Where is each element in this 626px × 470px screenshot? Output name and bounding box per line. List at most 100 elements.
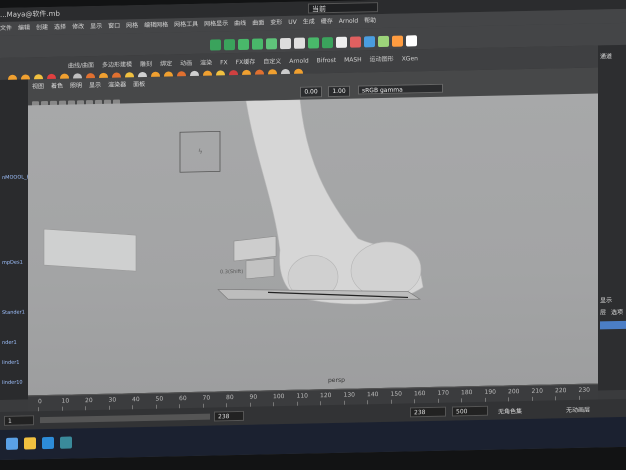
- timeline-tick-label: 110: [296, 392, 308, 400]
- menu-item[interactable]: 曲面: [252, 19, 264, 26]
- menu-item[interactable]: 缓存: [321, 18, 333, 25]
- tool-icon[interactable]: [392, 35, 403, 47]
- tool-icon[interactable]: [238, 38, 249, 51]
- shelf-tab[interactable]: MASH: [344, 56, 362, 63]
- timeline-tick-label: 200: [508, 388, 520, 396]
- timeline-tick-label: 150: [390, 390, 402, 398]
- viewport-persp[interactable]: ϟ 0.3(Shift) persp: [28, 93, 598, 396]
- cube-small[interactable]: [245, 257, 275, 280]
- shelf-tab[interactable]: 运动图形: [370, 56, 394, 64]
- start-frame-field[interactable]: 1: [4, 415, 34, 426]
- anim-end-field[interactable]: 238: [410, 406, 446, 418]
- timeline-tick-label: 80: [226, 394, 234, 402]
- window-title: ...Maya@软件.mb: [0, 9, 60, 19]
- timeline-tick-label: 40: [132, 396, 140, 404]
- menu-item[interactable]: 显示: [90, 23, 102, 30]
- timeline-tick-label: 30: [108, 396, 117, 404]
- range-track[interactable]: [40, 413, 210, 424]
- tool-icon[interactable]: [280, 37, 291, 50]
- plane-object[interactable]: [43, 227, 137, 273]
- timeline-tick-label: 20: [85, 397, 93, 405]
- menu-item[interactable]: 帮助: [364, 17, 376, 24]
- tool-icon[interactable]: [266, 38, 277, 50]
- selected-layer[interactable]: [600, 320, 626, 330]
- menu-item[interactable]: 生成: [303, 18, 315, 25]
- timeline-tick-label: 160: [414, 390, 426, 398]
- tool-icon[interactable]: [210, 39, 221, 51]
- timeline-tick-label: 140: [367, 391, 379, 399]
- max-end-field[interactable]: 500: [452, 405, 488, 417]
- timeline-tick-label: 210: [531, 387, 543, 395]
- panel-menu-item[interactable]: 面板: [133, 81, 145, 88]
- layer-menu[interactable]: 层: [600, 307, 606, 316]
- menu-item[interactable]: 网格显示: [204, 20, 228, 28]
- menu-item[interactable]: 修改: [72, 23, 84, 30]
- word-icon[interactable]: [42, 436, 54, 450]
- channel-box: 通道 显示 层 选项: [598, 44, 626, 391]
- tool-icon[interactable]: [322, 37, 333, 49]
- outliner-item[interactable]: Stander1: [2, 309, 25, 315]
- gamma-field[interactable]: 1.00: [328, 85, 350, 98]
- option-menu[interactable]: 选项: [611, 307, 623, 316]
- end-frame-field[interactable]: 238: [214, 410, 244, 422]
- outliner-item[interactable]: mpDes1: [2, 260, 23, 266]
- tool-icon[interactable]: [224, 39, 235, 51]
- panel-menu-item[interactable]: 显示: [89, 82, 101, 89]
- panel-menu-item[interactable]: 着色: [51, 83, 63, 90]
- menu-item[interactable]: Arnold: [339, 17, 358, 24]
- timeline-tick-label: 100: [273, 393, 285, 401]
- tool-icon[interactable]: [294, 37, 305, 49]
- scene-svg: ϟ 0.3(Shift): [43, 99, 424, 305]
- timeline-tick-label: 60: [179, 395, 187, 403]
- outliner-item[interactable]: nder1: [2, 340, 17, 346]
- menu-item[interactable]: 文件: [0, 25, 12, 32]
- display-tab[interactable]: 显示: [600, 295, 612, 304]
- locator-icon: ϟ: [198, 148, 203, 156]
- shelf-tab[interactable]: Bifrost: [317, 57, 336, 64]
- panel-menu-item[interactable]: 渲染器: [108, 81, 126, 88]
- panel-menu-item[interactable]: 视图: [32, 83, 44, 90]
- menu-item[interactable]: 窗口: [108, 22, 120, 29]
- menu-item[interactable]: UV: [288, 19, 297, 26]
- character-set-label[interactable]: 无角色集: [498, 406, 522, 416]
- timeline-tick-label: 120: [320, 392, 332, 400]
- windows-start-icon[interactable]: [6, 437, 18, 450]
- menu-item[interactable]: 选择: [54, 24, 66, 31]
- anim-layer-label[interactable]: 无动画层: [566, 405, 590, 415]
- search-input[interactable]: 当前: [308, 2, 378, 14]
- timeline-tick-label: 230: [578, 386, 590, 394]
- panel-menu: 视图 着色 照明 显示 渲染器 面板: [32, 79, 152, 90]
- panel-menu-item[interactable]: 照明: [70, 82, 82, 89]
- shelf-tab[interactable]: XGen: [402, 55, 418, 62]
- menu-item[interactable]: 编辑网格: [144, 21, 168, 29]
- tool-icon[interactable]: [308, 37, 319, 49]
- timeline-tick-label: 70: [202, 394, 211, 402]
- menu-item[interactable]: 曲线: [234, 20, 246, 27]
- cube-object[interactable]: [233, 235, 277, 262]
- tool-icon[interactable]: [406, 35, 417, 47]
- tool-icon[interactable]: [378, 35, 389, 48]
- timeline-tick-label: 10: [61, 397, 70, 405]
- tool-icon[interactable]: [336, 36, 347, 48]
- exposure-field[interactable]: 0.00: [300, 86, 322, 98]
- tool-icon[interactable]: [364, 36, 375, 48]
- timeline-tick-label: 50: [155, 395, 164, 403]
- colorspace-dropdown[interactable]: sRGB gamma: [358, 83, 443, 95]
- timeline-tick-label: 190: [484, 388, 496, 396]
- menu-item[interactable]: 变形: [270, 19, 282, 26]
- menu-item[interactable]: 编辑: [18, 24, 30, 31]
- menu-item[interactable]: 网格: [126, 22, 138, 29]
- tool-icon[interactable]: [252, 38, 263, 50]
- timeline-tick-label: 0: [38, 398, 42, 406]
- outliner-item[interactable]: linder10: [2, 380, 23, 386]
- menu-item[interactable]: 网格工具: [174, 21, 198, 29]
- explorer-icon[interactable]: [24, 437, 36, 450]
- maya-icon[interactable]: [60, 436, 72, 449]
- timeline-tick-label: 90: [249, 393, 258, 401]
- maya-window: ...Maya@软件.mb 当前 文件 编辑 创建 选择 修改 显示 窗口 网格 编辑网格 网格工…: [0, 0, 626, 460]
- timeline-tick-label: 220: [555, 387, 567, 395]
- tool-icon[interactable]: [350, 36, 361, 48]
- timeline-tick-label: 130: [343, 391, 355, 399]
- menu-item[interactable]: 创建: [36, 24, 48, 31]
- outliner-item[interactable]: linder1: [2, 360, 19, 366]
